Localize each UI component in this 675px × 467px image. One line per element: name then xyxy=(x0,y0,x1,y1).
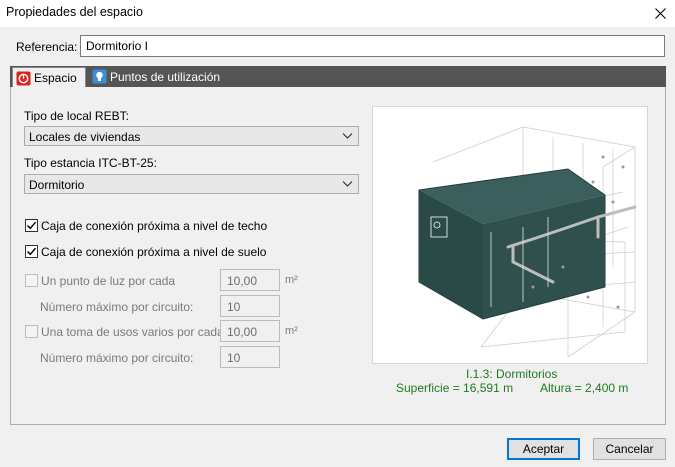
tipo-estancia-value: Dormitorio xyxy=(29,178,85,192)
cancel-button[interactable]: Cancelar xyxy=(593,438,666,460)
preview-superficie: Superficie = 16,591 m xyxy=(396,381,514,395)
checkmark-icon xyxy=(26,221,37,230)
tab-bar: Espacio Puntos de utilización xyxy=(10,66,666,88)
preview-altura: Altura = 2,400 m xyxy=(540,381,629,395)
tipo-local-value: Locales de viviendas xyxy=(29,130,141,144)
max-circuito-input-1[interactable]: 10 xyxy=(220,295,280,317)
referencia-input[interactable]: Dormitorio I xyxy=(80,35,665,57)
tab-puntos-utilizacion[interactable]: Puntos de utilización xyxy=(88,66,220,87)
accept-button[interactable]: Aceptar xyxy=(507,438,580,460)
punto-luz-checkbox[interactable] xyxy=(25,274,38,287)
toma-input[interactable]: 10,00 xyxy=(220,320,280,342)
caja-techo-label[interactable]: Caja de conexión próxima a nivel de tech… xyxy=(41,219,267,233)
tipo-estancia-label: Tipo estancia ITC-BT-25: xyxy=(24,156,157,170)
preview-caption: I.1.3: Dormitorios xyxy=(466,367,558,381)
max-circuito-input-2[interactable]: 10 xyxy=(220,346,280,368)
tipo-local-label: Tipo de local REBT: xyxy=(24,109,129,123)
toma-checkbox[interactable] xyxy=(25,325,38,338)
room-3d-preview xyxy=(372,106,648,364)
room-box xyxy=(418,168,606,320)
checkmark-icon xyxy=(26,247,37,256)
max-circuito-label-1: Número máximo por circuito: xyxy=(40,300,194,314)
espacio-red-icon xyxy=(16,71,31,86)
caja-techo-checkbox[interactable] xyxy=(25,219,38,232)
close-icon xyxy=(654,8,666,19)
punto-luz-input[interactable]: 10,00 xyxy=(220,269,280,291)
window-title: Propiedades del espacio xyxy=(6,5,143,19)
max-circuito-label-2: Número máximo por circuito: xyxy=(40,351,194,365)
caja-suelo-checkbox[interactable] xyxy=(25,245,38,258)
tipo-local-select[interactable]: Locales de viviendas xyxy=(24,126,359,146)
punto-luz-unit: m² xyxy=(285,274,298,286)
caja-suelo-label[interactable]: Caja de conexión próxima a nivel de suel… xyxy=(41,245,266,259)
close-button[interactable] xyxy=(645,0,675,27)
referencia-label: Referencia: xyxy=(16,40,78,54)
title-bar: Propiedades del espacio xyxy=(0,0,675,27)
punto-luz-label[interactable]: Un punto de luz por cada xyxy=(41,274,175,288)
chevron-down-icon xyxy=(342,178,353,192)
tipo-estancia-select[interactable]: Dormitorio xyxy=(24,174,359,194)
tab-espacio-label: Espacio xyxy=(34,71,77,85)
chevron-down-icon xyxy=(342,130,353,144)
toma-label[interactable]: Una toma de usos varios por cada xyxy=(41,325,224,339)
tab-espacio[interactable]: Espacio xyxy=(12,67,86,88)
lightbulb-icon xyxy=(92,69,107,84)
tab-puntos-label: Puntos de utilización xyxy=(110,69,221,84)
toma-unit: m² xyxy=(285,325,298,337)
